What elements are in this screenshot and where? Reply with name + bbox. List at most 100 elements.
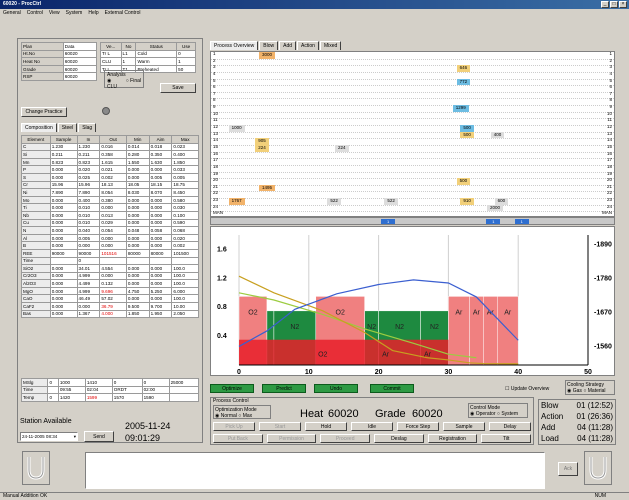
overview-marker[interactable]: 500 xyxy=(460,131,474,139)
action-button-registration[interactable]: Registration xyxy=(427,434,478,443)
overview-marker[interactable]: 1767 xyxy=(228,198,245,205)
composition-cell: 100.0 xyxy=(171,264,199,273)
heat-info-row: Grade 60020 xyxy=(21,64,98,74)
action-button-hold[interactable]: Hold xyxy=(305,422,347,431)
action-button-start[interactable]: Start xyxy=(259,422,301,431)
overview-marker[interactable]: 500 xyxy=(460,125,474,132)
heat-info-row: RSP 60020 xyxy=(21,72,98,81)
menu-help[interactable]: Help xyxy=(88,10,98,16)
optimize-button[interactable]: Optimize xyxy=(210,384,254,393)
composition-cell: 0.000 xyxy=(49,302,78,311)
heat-info-value[interactable]: 60020 xyxy=(62,57,98,66)
tab-steel[interactable]: Steel xyxy=(57,123,78,132)
composition-cell: 100.0 xyxy=(171,294,199,304)
tab-mixed[interactable]: Mixed xyxy=(319,41,342,50)
composition-row: Mo 0.000 0.400 0.380 0.000 0.000 0.580 xyxy=(21,195,199,205)
composition-cell: 0.000 xyxy=(99,271,127,281)
radio-final[interactable]: ○ Final xyxy=(126,78,141,90)
undo-button[interactable]: Undo xyxy=(314,384,358,393)
overview-marker[interactable]: 400 xyxy=(490,131,505,139)
composition-cell: 0.000 xyxy=(148,203,173,212)
composition-cell: 0.000 xyxy=(148,241,173,250)
composition-cell: 0.000 xyxy=(99,233,127,243)
overview-marker[interactable]: 500 xyxy=(456,178,471,185)
tab-action[interactable]: Action xyxy=(297,41,319,50)
composition-cell: 0.580 xyxy=(171,195,199,205)
timeline-marker[interactable]: 1 xyxy=(381,219,396,224)
radio-material[interactable]: ○ Material xyxy=(583,388,605,394)
weights-cell: Temp xyxy=(20,393,49,402)
action-button-force-step[interactable]: Force Step xyxy=(397,422,439,431)
menu-general[interactable]: General xyxy=(3,10,21,16)
update-overview-checkbox[interactable]: ☐ Update Overview xyxy=(505,386,549,392)
overview-marker[interactable]: 1000 xyxy=(228,125,245,132)
tab-add[interactable]: Add xyxy=(279,41,297,50)
radio-normal[interactable]: ◉ Normal xyxy=(215,413,237,419)
overview-marker[interactable]: 905 xyxy=(255,138,269,145)
tab-slag[interactable]: Slag xyxy=(78,123,97,132)
radio-operator[interactable]: ◉ Operator xyxy=(470,411,496,417)
composition-cell: 0.000 xyxy=(49,264,78,273)
left-tick-label: 1.6 xyxy=(217,246,227,253)
composition-cell: 18.15 xyxy=(148,180,173,190)
tab-composition[interactable]: Composition xyxy=(21,123,57,132)
heat-info-value[interactable]: 60020 xyxy=(62,64,98,74)
overview-marker[interactable]: 1299 xyxy=(452,105,469,112)
vessel-row[interactable]: Tr L L1 Cold 0 xyxy=(100,49,196,59)
action-button-permission[interactable]: Permission xyxy=(266,434,317,443)
heat-info-value[interactable]: 60020 xyxy=(62,49,98,59)
overview-marker[interactable]: 2000 xyxy=(487,204,504,212)
overview-marker[interactable]: 772 xyxy=(456,78,471,86)
overview-row-label-right: 7 xyxy=(609,90,612,96)
dropdown-icon[interactable]: ▾ xyxy=(74,434,76,440)
action-button-tilt[interactable]: Tilt xyxy=(481,434,532,443)
overview-marker[interactable]: 910 xyxy=(460,198,474,205)
menu-bar: General Control View System Help Externa… xyxy=(0,9,629,17)
timeline-marker[interactable]: 1 xyxy=(486,219,501,224)
action-button-put-back[interactable]: Put Back xyxy=(213,434,263,443)
action-button-pick-up[interactable]: Pick Up xyxy=(213,422,255,431)
send-button[interactable]: Send xyxy=(84,431,114,442)
overview-marker[interactable]: 3000 xyxy=(259,52,276,59)
heat-info-value[interactable]: 60020 xyxy=(62,72,98,81)
save-button[interactable]: Save xyxy=(160,83,196,93)
weights-row: Temp 0 1420 1599 1570 1590 xyxy=(20,393,200,402)
maximize-icon[interactable]: □ xyxy=(610,1,618,8)
tab-process-overview[interactable]: Process Overview xyxy=(210,41,259,50)
action-button-sample[interactable]: Sample xyxy=(443,422,485,431)
tab-blow[interactable]: Blow xyxy=(259,41,279,50)
menu-view[interactable]: View xyxy=(49,10,60,16)
weights-cell xyxy=(168,385,200,395)
action-button-proceed[interactable]: Proceed xyxy=(320,434,371,443)
vessel-row[interactable]: CLU 1 Warm 1 xyxy=(100,57,196,66)
minimize-icon[interactable]: _ xyxy=(601,1,609,8)
menu-control[interactable]: Control xyxy=(27,10,43,16)
menu-external-control[interactable]: External Control xyxy=(105,10,141,16)
station-date-field[interactable]: 24-11-2005 08:34 ▾ xyxy=(20,432,78,441)
overview-marker[interactable]: 600 xyxy=(494,198,509,205)
close-icon[interactable]: × xyxy=(619,1,627,8)
overview-marker[interactable]: 224 xyxy=(335,144,349,152)
overview-marker[interactable]: 224 xyxy=(255,144,269,152)
ack-button[interactable]: Ack xyxy=(558,462,578,476)
vessel-cell: CLU xyxy=(100,57,122,66)
radio-clu[interactable]: ◉ CLU xyxy=(107,78,123,90)
segment-label: Ar xyxy=(504,309,512,316)
action-button-idle[interactable]: Idle xyxy=(351,422,393,431)
change-practice-button[interactable]: Change Practice xyxy=(21,107,67,117)
overview-marker[interactable]: 522 xyxy=(327,198,341,205)
radio-gas[interactable]: ◉ Gas xyxy=(567,388,582,394)
predict-button[interactable]: Predict xyxy=(262,384,306,393)
overview-marker[interactable]: 1495 xyxy=(259,184,276,192)
composition-cell: 0.010 xyxy=(76,210,101,220)
menu-system[interactable]: System xyxy=(66,10,83,16)
action-button-delay[interactable]: Delay xyxy=(489,422,531,431)
timeline-marker[interactable]: 1 xyxy=(514,219,529,224)
commit-button[interactable]: Commit xyxy=(370,384,414,393)
action-button-deslag[interactable]: Deslag xyxy=(374,434,424,443)
overview-marker[interactable]: 646 xyxy=(456,65,471,72)
radio-system[interactable]: ○ System xyxy=(497,411,518,417)
overview-marker[interactable]: 522 xyxy=(384,198,398,205)
radio-max[interactable]: ○ Max xyxy=(238,413,252,419)
heat-info-value[interactable]: Data xyxy=(62,42,98,51)
